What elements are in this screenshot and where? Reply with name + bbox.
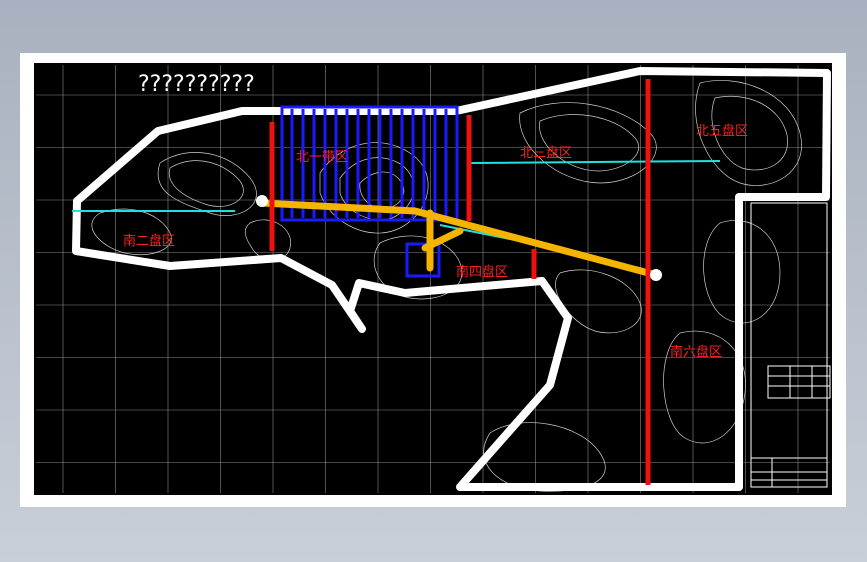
zone-label-north1: 北一带区 — [296, 150, 348, 165]
mine-plan-drawing: ?????????? 北一带区 北三盘区 北五盘区 南二盘区 南四盘区 南六盘区 — [34, 63, 832, 495]
shaft-east-marker — [650, 269, 662, 281]
zone-label-south6: 南六盘区 — [670, 344, 722, 360]
drawing-title: ?????????? — [138, 72, 255, 97]
zone-label-south2: 南二盘区 — [123, 233, 175, 249]
zone-label-south4: 南四盘区 — [456, 264, 508, 280]
zone-label-north5: 北五盘区 — [696, 123, 748, 139]
shaft-west-marker — [256, 195, 268, 207]
drawing-sheet: ?????????? 北一带区 北三盘区 北五盘区 南二盘区 南四盘区 南六盘区 — [20, 53, 846, 507]
zone-label-north3: 北三盘区 — [520, 145, 572, 161]
